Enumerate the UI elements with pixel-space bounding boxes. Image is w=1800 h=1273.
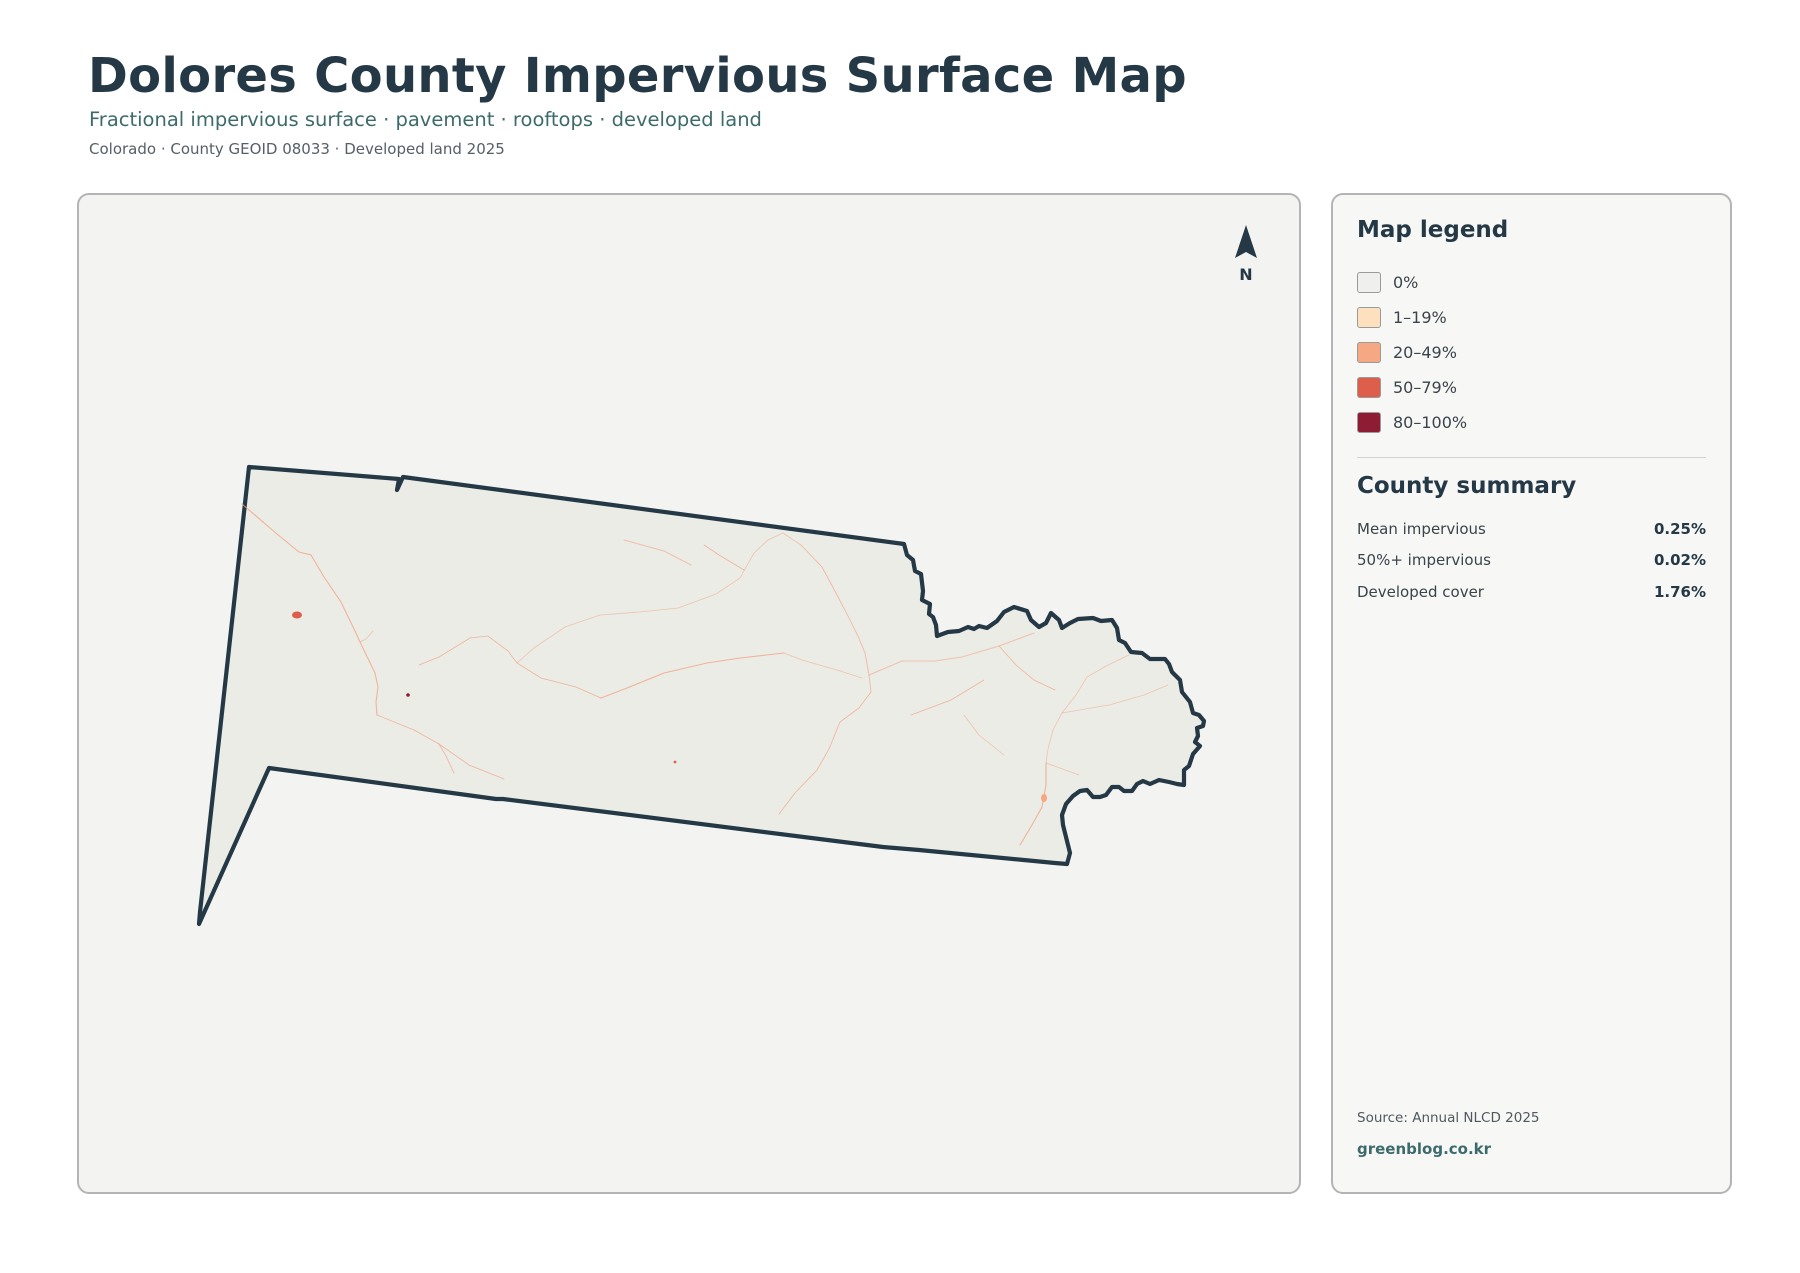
legend-title: Map legend xyxy=(1357,217,1509,243)
brand-link[interactable]: greenblog.co.kr xyxy=(1357,1140,1491,1158)
development-patch xyxy=(406,693,410,697)
town-patch-dove-creek xyxy=(1041,794,1047,802)
legend-swatch xyxy=(1357,412,1381,433)
legend-list: 0% 1–19% 20–49% 50–79% 80–100% xyxy=(1357,265,1467,440)
legend-swatch xyxy=(1357,272,1381,293)
legend-label: 0% xyxy=(1393,273,1419,292)
summary-value: 1.76% xyxy=(1653,582,1706,601)
summary-label: Developed cover xyxy=(1357,582,1484,601)
north-label: N xyxy=(1239,265,1252,284)
legend-item: 50–79% xyxy=(1357,370,1467,405)
legend-panel: Map legend 0% 1–19% 20–49% 50–79% 80–100… xyxy=(1331,193,1732,1194)
legend-label: 1–19% xyxy=(1393,308,1447,327)
page-subtitle: Fractional impervious surface · pavement… xyxy=(89,108,762,131)
summary-row: 50%+ impervious 0.02% xyxy=(1357,545,1706,577)
north-arrow: N xyxy=(1235,225,1257,284)
summary-list: Mean impervious 0.25% 50%+ impervious 0.… xyxy=(1357,513,1706,608)
source-note: Source: Annual NLCD 2025 xyxy=(1357,1110,1540,1126)
north-arrow-icon xyxy=(1235,225,1257,258)
county-boundary xyxy=(196,464,1207,927)
legend-label: 50–79% xyxy=(1393,378,1457,397)
map-panel[interactable]: N xyxy=(77,193,1301,1194)
legend-item: 1–19% xyxy=(1357,300,1467,335)
page-meta: Colorado · County GEOID 08033 · Develope… xyxy=(89,140,505,158)
town-patch-rico xyxy=(292,611,302,619)
summary-row: Developed cover 1.76% xyxy=(1357,576,1706,608)
summary-label: Mean impervious xyxy=(1357,519,1486,538)
legend-swatch xyxy=(1357,342,1381,363)
legend-item: 20–49% xyxy=(1357,335,1467,370)
legend-swatch xyxy=(1357,307,1381,328)
legend-item: 80–100% xyxy=(1357,405,1467,440)
page-title: Dolores County Impervious Surface Map xyxy=(88,48,1187,104)
summary-value: 0.25% xyxy=(1653,519,1706,538)
legend-label: 20–49% xyxy=(1393,343,1457,362)
summary-value: 0.02% xyxy=(1653,551,1706,570)
summary-title: County summary xyxy=(1357,473,1577,499)
summary-label: 50%+ impervious xyxy=(1357,551,1491,570)
legend-item: 0% xyxy=(1357,265,1467,300)
summary-row: Mean impervious 0.25% xyxy=(1357,513,1706,545)
development-patch xyxy=(673,760,677,764)
legend-label: 80–100% xyxy=(1393,413,1468,432)
map-canvas: N xyxy=(196,225,1257,927)
legend-divider xyxy=(1357,457,1706,458)
legend-swatch xyxy=(1357,377,1381,398)
